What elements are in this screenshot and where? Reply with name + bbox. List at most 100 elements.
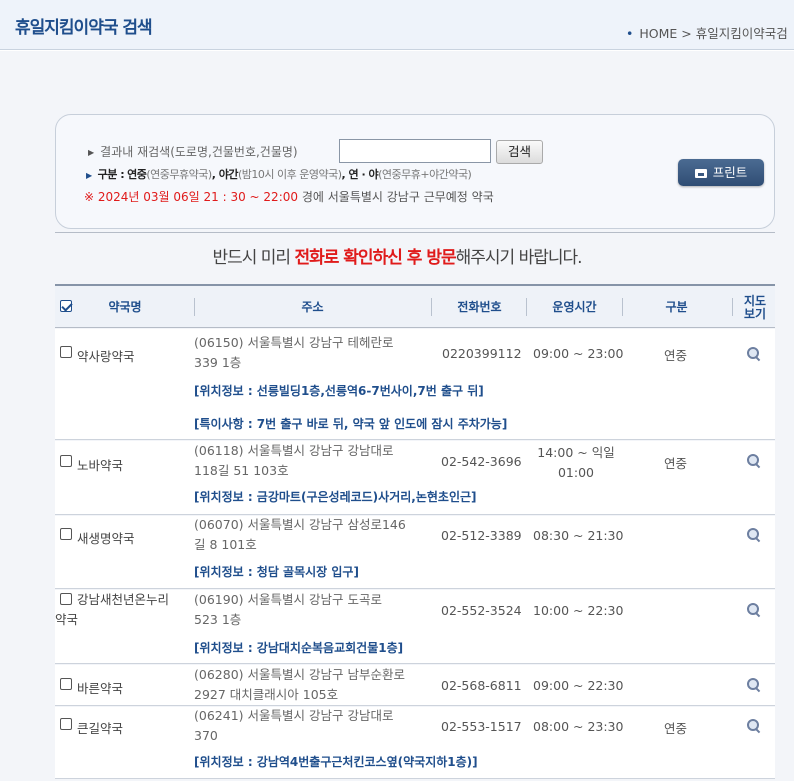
hours: 10:00 ~ 22:30 <box>533 603 624 618</box>
date-suffix-text: 경에 서울특별시 강남구 근무예정 약국 <box>301 190 494 204</box>
table-row[interactable]: 바른약국 (06280) 서울특별시 강남구 남부순환로 2927 대치클래시아… <box>55 665 775 706</box>
printer-icon <box>694 169 707 178</box>
pharmacy-name-line2: 약국 <box>55 612 79 627</box>
col-phone: 전화번호 <box>457 300 502 314</box>
address-line2: 118길 51 103호 <box>194 463 289 478</box>
phone: 0220399112 <box>442 346 522 361</box>
pharmacy-name: 큰길약국 <box>77 721 124 736</box>
breadcrumb: • HOME > 휴일지킴이약국검 <box>626 23 788 42</box>
triangle-bullet-icon: ▶ <box>86 171 92 180</box>
location-info: [위치정보 : 강남대치순복음교회건물1층] <box>194 641 404 655</box>
map-search-icon[interactable] <box>747 528 761 542</box>
map-search-icon[interactable] <box>747 719 761 733</box>
legend-yagan-desc: (밤10시 이후 운영약국) <box>237 168 342 181</box>
location-info: [위치정보 : 강남역4번출구근처킨코스옆(약국지하1층)] <box>194 755 478 769</box>
address-line2: 339 1층 <box>194 355 242 370</box>
phone: 02-568-6811 <box>441 678 522 693</box>
table-row[interactable]: 노바약국 (06118) 서울특별시 강남구 강남대로 118길 51 103호… <box>55 441 775 515</box>
table-row[interactable]: 강남새천년온누리 약국 (06190) 서울특별시 강남구 도곡로 523 1층… <box>55 590 775 664</box>
address-line1: (06280) 서울특별시 강남구 남부순환로 <box>194 667 405 682</box>
breadcrumb-separator: > <box>681 26 692 41</box>
col-type: 구분 <box>665 300 688 314</box>
phone: 02-542-3696 <box>441 454 522 469</box>
hours-line2: 01:00 <box>557 465 595 480</box>
hours: 14:00 ~ 익일 01:00 <box>530 443 622 483</box>
address-line1: (06150) 서울특별시 강남구 테헤란로 <box>194 335 394 350</box>
search-input[interactable] <box>339 139 491 163</box>
type: 연중 <box>664 348 688 363</box>
divider <box>55 232 775 233</box>
type: 연중 <box>664 456 688 471</box>
top-header-bar: 휴일지킴이약국 검색 • HOME > 휴일지킴이약국검 <box>0 0 794 50</box>
col-name: 약국명 <box>108 300 142 314</box>
col-separator <box>732 298 733 316</box>
map-search-icon[interactable] <box>747 678 761 692</box>
reference-mark: ※ <box>84 190 95 204</box>
breadcrumb-current: 휴일지킴이약국검 <box>695 26 788 41</box>
research-row: ▶ 결과내 재검색(도로명,건물번호,건물명) <box>88 143 298 160</box>
legend-yagan: 야간 <box>218 168 239 181</box>
hours: 08:00 ~ 23:30 <box>533 719 624 734</box>
legend-prefix: 구분 : <box>97 168 125 181</box>
pharmacy-name: 바른약국 <box>77 681 124 696</box>
legend-yeonjung: 연중 <box>127 168 147 181</box>
map-search-icon[interactable] <box>747 603 761 617</box>
pharmacy-name: 강남새천년온누리 약국 <box>55 590 169 630</box>
address: (06070) 서울특별시 강남구 삼성로146 길 8 101호 <box>194 515 406 555</box>
col-hours: 운영시간 <box>552 300 597 314</box>
address-line1: (06241) 서울특별시 강남구 강남대로 <box>194 708 394 723</box>
address-line2: 523 1층 <box>194 612 242 627</box>
hours: 09:00 ~ 22:30 <box>533 678 624 693</box>
phone: 02-512-3389 <box>441 528 522 543</box>
row-checkbox[interactable] <box>60 346 72 358</box>
legend-yeon-ya-desc: (연중무휴+야간약국) <box>378 168 472 181</box>
notice-pre: 반드시 미리 <box>212 248 295 268</box>
table-row[interactable]: 큰길약국 (06241) 서울특별시 강남구 강남대로 370 02-553-1… <box>55 707 775 779</box>
address: (06241) 서울특별시 강남구 강남대로 370 <box>194 706 393 746</box>
pharmacy-name-line1: 강남새천년온누리 <box>77 592 170 607</box>
research-label: 결과내 재검색(도로명,건물번호,건물명) <box>100 145 298 159</box>
col-address: 주소 <box>301 300 324 314</box>
address: (06190) 서울특별시 강남구 도곡로 523 1층 <box>194 590 382 630</box>
legend-yeon-ya: 연 · 야 <box>348 168 379 181</box>
row-checkbox[interactable] <box>60 455 72 467</box>
map-search-icon[interactable] <box>747 454 761 468</box>
type: 연중 <box>664 721 688 736</box>
address-line1: (06190) 서울특별시 강남구 도곡로 <box>194 592 382 607</box>
hours-line1: 14:00 ~ 익일 <box>537 445 615 460</box>
table-row[interactable]: 새생명약국 (06070) 서울특별시 강남구 삼성로146 길 8 101호 … <box>55 516 775 589</box>
breadcrumb-bullet-icon: • <box>626 26 634 41</box>
date-time-range: 2024년 03월 06일 21 : 30 ~ 22:00 <box>97 190 299 204</box>
breadcrumb-home-link[interactable]: HOME <box>639 26 677 41</box>
pharmacy-name: 약사랑약국 <box>77 349 135 364</box>
location-info: [위치정보 : 금강마트(구은성레코드)사거리,논현초인근] <box>194 490 477 504</box>
legend-yeonjung-desc: (연중무휴약국) <box>146 168 212 181</box>
col-map: 지도 보기 <box>735 295 775 321</box>
address: (06280) 서울특별시 강남구 남부순환로 2927 대치클래시아 105호 <box>194 665 405 705</box>
col-map-line2: 보기 <box>743 307 767 321</box>
special-note: [특이사항 : 7번 출구 바로 뒤, 약국 앞 인도에 잠시 주차가능] <box>194 417 508 431</box>
notice-post: 해주시기 바랍니다. <box>455 248 583 268</box>
table-row[interactable]: 약사랑약국 (06150) 서울특별시 강남구 테헤란로 339 1층 0220… <box>55 329 775 440</box>
page-title: 휴일지킴이약국 검색 <box>15 18 153 38</box>
date-info-row: ※ 2024년 03월 06일 21 : 30 ~ 22:00 경에 서울특별시… <box>84 188 494 205</box>
table-header: 약국명 주소 전화번호 운영시간 구분 지도 보기 <box>55 286 775 328</box>
print-button-label: 프린트 <box>712 165 748 180</box>
address: (06150) 서울특별시 강남구 테헤란로 339 1층 <box>194 333 393 373</box>
search-button[interactable]: 검색 <box>496 140 543 164</box>
visit-notice: 반드시 미리 전화로 확인하신 후 방문해주시기 바랍니다. <box>0 243 794 268</box>
address-line2: 370 <box>194 728 218 743</box>
notice-highlight: 전화로 확인하신 후 방문 <box>294 248 456 268</box>
phone: 02-552-3524 <box>441 603 522 618</box>
type-legend: ▶ 구분 : 연중(연중무휴약국), 야간(밤10시 이후 운영약국), 연 · … <box>86 168 472 181</box>
address: (06118) 서울특별시 강남구 강남대로 118길 51 103호 <box>194 441 393 481</box>
map-search-icon[interactable] <box>747 347 761 361</box>
phone: 02-553-1517 <box>441 719 522 734</box>
select-all-checkbox[interactable] <box>60 300 72 312</box>
hours: 08:30 ~ 21:30 <box>533 528 624 543</box>
print-button[interactable]: 프린트 <box>678 159 764 186</box>
address-line1: (06118) 서울특별시 강남구 강남대로 <box>194 443 394 458</box>
row-checkbox[interactable] <box>60 678 72 690</box>
row-checkbox[interactable] <box>60 718 72 730</box>
row-checkbox[interactable] <box>60 528 72 540</box>
